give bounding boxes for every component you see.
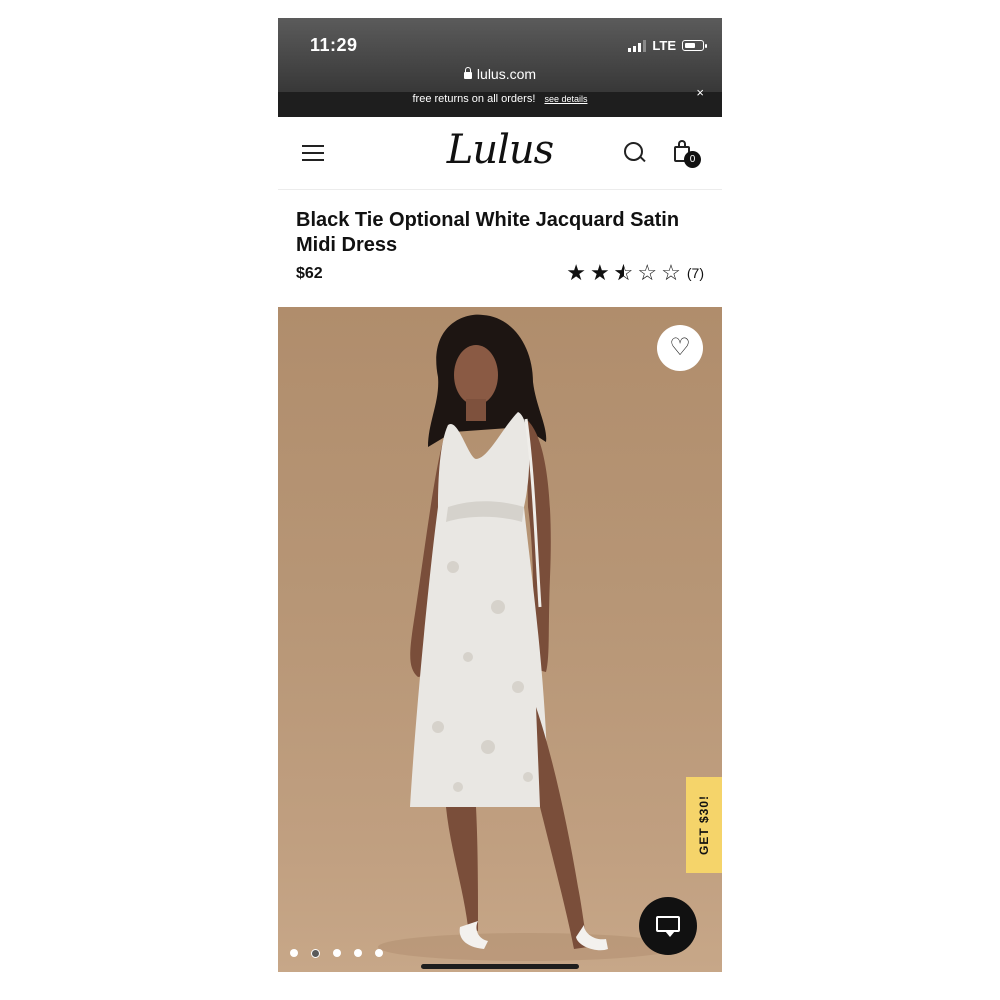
carousel-dot-active[interactable] [311,949,320,958]
heart-icon: ♡ [669,334,691,361]
promo-banner: free returns on all orders! see details … [278,86,722,117]
close-icon[interactable]: × [696,86,704,100]
carousel-dots [290,949,383,958]
address-bar[interactable]: lulus.com [278,66,722,82]
network-label: LTE [652,38,676,53]
site-header: Lulus 0 [278,117,722,190]
get-30-tab[interactable]: GET $30! [686,777,722,873]
star-empty-icon: ☆ [637,260,658,285]
star-empty-icon: ☆ [661,260,681,285]
product-title: Black Tie Optional White Jacquard Satin … [296,209,680,256]
product-image[interactable]: ♡ GET $30! [278,307,722,972]
signal-icon [628,39,647,52]
url-text: lulus.com [476,66,537,82]
battery-icon [682,40,707,51]
status-indicators: LTE [628,38,707,53]
chat-button[interactable] [639,897,697,955]
review-count[interactable]: (7) [687,265,704,281]
carousel-dot[interactable] [354,949,362,957]
browser-chrome: 11:29 LTE lulus.com free returns on all … [278,18,722,117]
product-price: $62 [296,265,323,282]
product-rating[interactable]: ★ ★ ☆★ ☆ ☆ (7) [566,260,704,286]
phone-screen: 11:29 LTE lulus.com free returns on all … [278,18,722,972]
model-photo [378,314,678,961]
see-details-link[interactable]: see details [544,94,587,104]
cart-count-badge: 0 [684,151,701,168]
site-logo[interactable]: Lulus [278,127,722,173]
carousel-dot[interactable] [290,949,298,957]
cart-icon[interactable]: 0 [672,139,704,171]
star-full-icon: ★ [589,260,610,285]
favorite-button[interactable]: ♡ [657,325,703,371]
search-icon[interactable] [623,141,647,165]
promo-text: free returns on all orders! [412,93,536,105]
home-indicator[interactable] [421,964,579,969]
star-full-icon: ★ [566,260,586,285]
carousel-dot[interactable] [375,949,383,957]
carousel-dot[interactable] [333,949,341,957]
get-30-label: GET $30! [697,794,711,856]
star-half-icon: ☆★ [613,260,634,285]
status-time: 11:29 [310,35,358,55]
chat-icon [656,916,680,932]
lock-icon [463,67,472,79]
